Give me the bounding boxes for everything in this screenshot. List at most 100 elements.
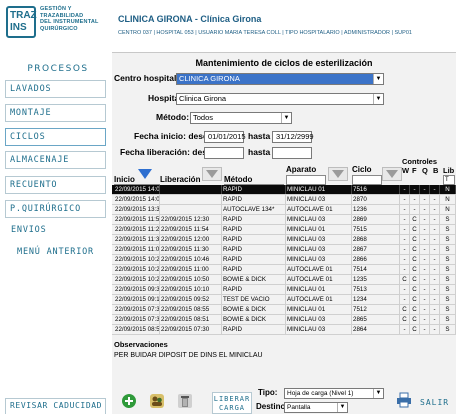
cell-aparato: AUTOCLAVE 01: [286, 265, 352, 274]
cell-f: C: [410, 285, 420, 294]
table-row[interactable]: 22/09/2015 10:20 22/09/2015 10:50 BOWIE & …: [112, 275, 456, 284]
cell-metodo: RAPID: [222, 195, 286, 204]
cell-ciclo: 2869: [352, 215, 400, 224]
table-row[interactable]: 22/09/2015 10:26 22/09/2015 10:46 RAPID MIN…: [112, 255, 456, 264]
table-row[interactable]: 22/09/2015 14:02 RAPID MINICLAU 03 2870- - - -…: [112, 195, 456, 204]
metodo-select[interactable]: Todos ▼: [190, 112, 292, 124]
cell-q: -: [420, 325, 430, 334]
sort-icon[interactable]: [202, 167, 222, 181]
menu-item-ciclos[interactable]: CICLOS: [5, 128, 106, 146]
printer-icon[interactable]: [396, 392, 412, 408]
table-row[interactable]: 22/09/2015 09:19 22/09/2015 09:52 TEST DE …: [112, 295, 456, 304]
add-icon[interactable]: [122, 394, 136, 408]
cell-metodo: RAPID: [222, 245, 286, 254]
table-row[interactable]: 22/09/2015 10:21 22/09/2015 11:00 RAPID AUT…: [112, 265, 456, 274]
col-header-inicio[interactable]: Inicio: [114, 175, 135, 184]
cell-lib: S: [440, 325, 456, 334]
col-header-liberacion[interactable]: Liberación: [160, 175, 200, 184]
cell-b: -: [430, 225, 440, 234]
cell-f: -: [410, 205, 420, 214]
col-header-controles: Controles: [402, 157, 438, 166]
destino-select-value: Pantalla: [287, 404, 311, 411]
cell-q: -: [420, 315, 430, 324]
table-row[interactable]: 22/09/2015 11:00 22/09/2015 11:30 RAPID MIN…: [112, 245, 456, 254]
menu-item-pquirurgico[interactable]: P.QUIRÚRGICO: [5, 200, 106, 218]
cell-q: -: [420, 245, 430, 254]
cell-metodo: RAPID: [222, 215, 286, 224]
people-icon[interactable]: [150, 394, 164, 408]
cell-b: -: [430, 315, 440, 324]
fecha-liberacion-hasta-input[interactable]: [272, 147, 312, 159]
table-row[interactable]: 22/09/2015 07:37 22/09/2015 08:51 BOWIE & …: [112, 315, 456, 324]
cell-lib: S: [440, 245, 456, 254]
cell-metodo: TEST DE VACIO: [222, 295, 286, 304]
salir-button[interactable]: SALIR: [420, 398, 449, 407]
menu-item-almacenaje[interactable]: ALMACENAJE: [5, 151, 106, 169]
destino-select[interactable]: Pantalla ▼: [284, 402, 348, 413]
cell-ciclo: 1234: [352, 295, 400, 304]
table-row[interactable]: 22/09/2015 07:37 22/09/2015 08:55 BOWIE & …: [112, 305, 456, 314]
clinic-title: CLINICA GIRONA - Clínica Girona: [118, 14, 262, 24]
cell-aparato: MINICLAU 01: [286, 305, 352, 314]
col-header-aparato[interactable]: Aparato: [286, 165, 316, 174]
sort-icon[interactable]: [382, 167, 402, 181]
sort-icon[interactable]: [328, 167, 348, 181]
filter-lib[interactable]: T: [443, 175, 455, 185]
menu-item-recuento[interactable]: RECUENTO: [5, 176, 106, 194]
cell-aparato: AUTOCLAVE 01: [286, 205, 352, 214]
table-row[interactable]: 22/09/2015 11:32 22/09/2015 12:00 RAPID MIN…: [112, 235, 456, 244]
menu-item-envios[interactable]: ENVIOS: [5, 222, 106, 240]
col-header-ciclo[interactable]: Ciclo: [352, 165, 372, 174]
cell-w: -: [400, 255, 410, 264]
cell-ciclo: 2868: [352, 235, 400, 244]
menu-item-menu-anterior[interactable]: MENÚ ANTERIOR: [5, 244, 106, 262]
cell-w: -: [400, 185, 410, 194]
liberar-carga-button[interactable]: LIBERAR CARGA: [212, 392, 252, 414]
metodo-label: Método:: [156, 112, 190, 122]
filter-ciclo[interactable]: [352, 175, 382, 185]
cell-b: -: [430, 215, 440, 224]
col-header-metodo[interactable]: Método: [224, 175, 252, 184]
cell-liberacion: 22/09/2015 12:00: [160, 235, 222, 244]
cell-inicio: 22/09/2015 10:21: [115, 265, 160, 274]
logo-line: QUIRÚRGICO: [40, 25, 78, 32]
table-row[interactable]: 22/09/2015 13:32 AUTOCLAVE 134* AUTOCLAVE …: [112, 205, 456, 214]
cell-liberacion: 22/09/2015 11:00: [160, 265, 222, 274]
table-row[interactable]: 22/09/2015 11:53 22/09/2015 12:30 RAPID MIN…: [112, 215, 456, 224]
cell-metodo: RAPID: [222, 265, 286, 274]
cell-q: -: [420, 185, 430, 194]
fecha-inicio-desde-input[interactable]: 01/01/2015: [204, 131, 246, 143]
hospital-select[interactable]: Clinica Girona ▼: [176, 93, 384, 105]
sort-desc-icon[interactable]: [138, 169, 152, 179]
cell-aparato: MINICLAU 03: [286, 325, 352, 334]
metodo-select-value: Todos: [193, 113, 214, 122]
filter-aparato[interactable]: [286, 175, 326, 185]
cell-liberacion: 22/09/2015 12:30: [160, 215, 222, 224]
revisar-caducidad-button[interactable]: REVISAR CADUCIDAD: [5, 398, 106, 414]
cell-inicio: 22/09/2015 08:51: [115, 325, 160, 334]
fecha-inicio-hasta-input[interactable]: 31/12/2999: [272, 131, 314, 143]
fecha-liberacion-desde-input[interactable]: [204, 147, 244, 159]
table-row[interactable]: 22/09/2015 08:51 22/09/2015 07:30 RAPID MIN…: [112, 325, 456, 334]
table-row[interactable]: 22/09/2015 14:02 RAPID MINICLAU 01 7516- - - -…: [112, 185, 456, 194]
trash-icon[interactable]: [178, 394, 192, 408]
cell-b: -: [430, 275, 440, 284]
cell-aparato: MINICLAU 03: [286, 215, 352, 224]
cell-metodo: RAPID: [222, 235, 286, 244]
menu-item-lavados[interactable]: LAVADOS: [5, 80, 106, 98]
cell-metodo: AUTOCLAVE 134*: [222, 205, 286, 214]
centro-select[interactable]: CLINICA GIRONA ▼: [176, 73, 384, 85]
cell-lib: S: [440, 235, 456, 244]
tipo-select[interactable]: Hoja de carga (Nivel 1) ▼: [284, 388, 384, 399]
chevron-down-icon: ▼: [373, 74, 383, 84]
table-row[interactable]: 22/09/2015 09:39 22/09/2015 10:10 RAPID MIN…: [112, 285, 456, 294]
table-row[interactable]: 22/09/2015 11:24 22/09/2015 11:54 RAPID MIN…: [112, 225, 456, 234]
menu-item-montaje[interactable]: MONTAJE: [5, 104, 106, 122]
tipo-select-value: Hoja de carga (Nivel 1): [287, 390, 354, 397]
cell-w: -: [400, 245, 410, 254]
cell-liberacion: 22/09/2015 08:51: [160, 315, 222, 324]
cell-ciclo: 7516: [352, 185, 400, 194]
cell-w: -: [400, 195, 410, 204]
cell-lib: S: [440, 225, 456, 234]
chevron-down-icon: ▼: [337, 403, 347, 412]
